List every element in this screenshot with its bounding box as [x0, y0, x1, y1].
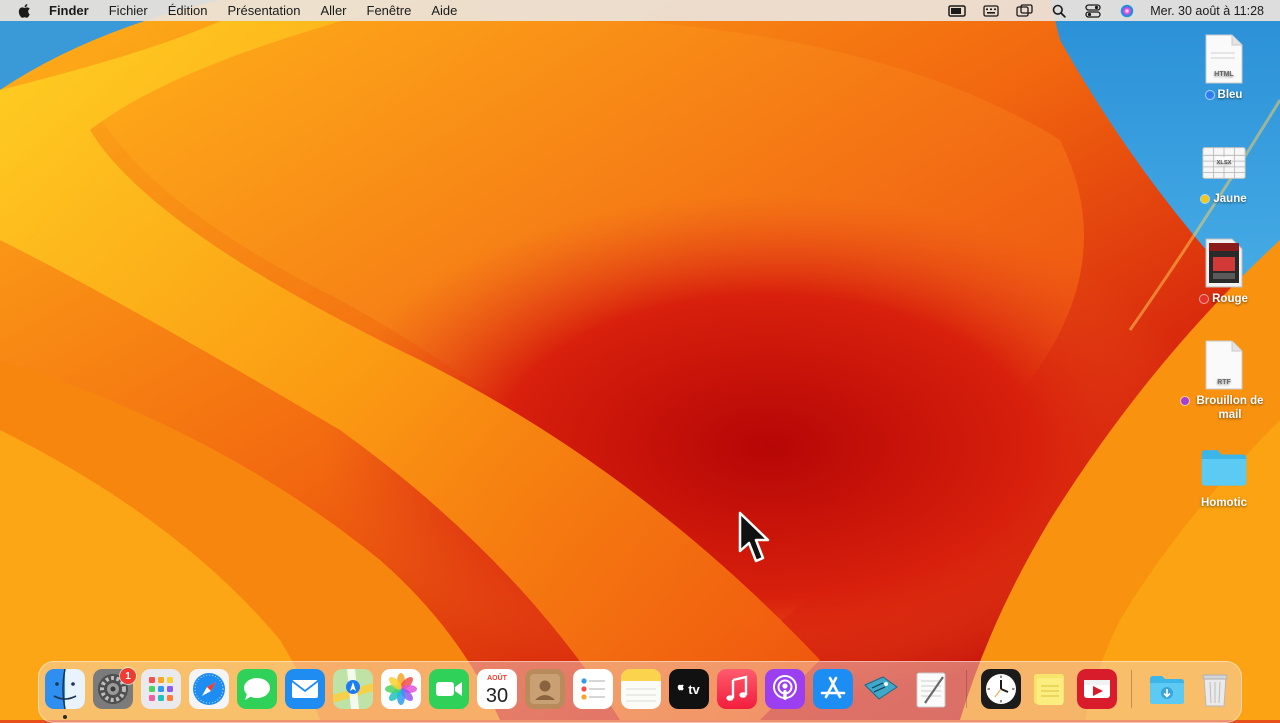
messages-icon[interactable] [237, 669, 277, 709]
facetime-icon[interactable] [429, 669, 469, 709]
dock-separator [1131, 670, 1132, 708]
trash-icon[interactable] [1195, 669, 1235, 709]
desktop-item-label: Rouge [1212, 293, 1248, 305]
spotlight-search-icon[interactable] [1050, 4, 1068, 18]
desktop-item-label: Jaune [1213, 193, 1247, 205]
tag-dot [1205, 91, 1214, 99]
desktop-item-label: Bleu [1217, 89, 1243, 101]
folder-icon [1200, 440, 1248, 494]
music-icon[interactable] [717, 669, 757, 709]
photo-booth-icon[interactable] [1077, 669, 1117, 709]
doc-label-xlsx: XLSX [1216, 160, 1231, 166]
launchpad-icon[interactable] [141, 669, 181, 709]
apple-logo-icon[interactable] [17, 3, 31, 19]
image-file-icon [1200, 236, 1248, 290]
desktop-wallpaper [0, 0, 1280, 720]
keyboard-icon[interactable] [982, 4, 1000, 18]
calendar-month: AOÛT [487, 673, 508, 682]
menu-extras: Mer. 30 août à 11:28 [932, 0, 1280, 21]
mouse-pointer-icon [738, 511, 772, 567]
desktop-item-bleu[interactable]: HTML Bleu [1176, 32, 1272, 102]
desktop-item-label: Homotic [1201, 497, 1247, 509]
calendar-icon[interactable]: AOÛT 30 [477, 669, 517, 709]
dock-separator [966, 670, 967, 708]
desktop-item-jaune[interactable]: XLSX Jaune [1176, 136, 1272, 206]
photos-icon[interactable] [381, 669, 421, 709]
app-store-icon[interactable] [813, 669, 853, 709]
menu-fichier[interactable]: Fichier [109, 3, 148, 18]
control-center-icon[interactable] [1084, 3, 1102, 18]
desktop-item-label: Brouillon de mail [1196, 395, 1264, 421]
desktop-item-homotic[interactable]: Homotic [1176, 440, 1272, 510]
windows-icon[interactable] [1016, 4, 1034, 18]
html-file-icon: HTML [1200, 32, 1248, 86]
menu-aide[interactable]: Aide [431, 3, 457, 18]
maps-icon[interactable] [333, 669, 373, 709]
tag-dot [1200, 295, 1209, 303]
calendar-day: 30 [486, 685, 508, 707]
xlsx-file-icon: XLSX [1200, 136, 1248, 190]
textedit-icon[interactable] [911, 669, 951, 709]
desktop-item-brouillon-de-mail[interactable]: RTF Brouillon de mail [1176, 338, 1272, 422]
downloads-folder-icon[interactable] [1147, 669, 1187, 709]
notification-badge: 1 [120, 668, 136, 684]
menu-aller[interactable]: Aller [321, 3, 347, 18]
tag-dot [1181, 397, 1189, 405]
apple-tv-icon[interactable]: tv [669, 669, 709, 709]
mail-icon[interactable] [285, 669, 325, 709]
doc-label-html: HTML [1214, 71, 1234, 78]
safari-icon[interactable] [189, 669, 229, 709]
menu-fenetre[interactable]: Fenêtre [367, 3, 412, 18]
notes-icon[interactable] [621, 669, 661, 709]
finder-running-indicator [63, 715, 67, 719]
clock-icon[interactable] [981, 669, 1021, 709]
tag-dot [1201, 195, 1210, 203]
finder-icon[interactable] [45, 669, 85, 709]
screen-mirroring-icon[interactable] [948, 4, 966, 18]
stickies-icon[interactable] [1029, 669, 1069, 709]
numbers-tag-icon[interactable] [861, 669, 901, 709]
desktop-item-rouge[interactable]: Rouge [1176, 236, 1272, 306]
contacts-icon[interactable] [525, 669, 565, 709]
menu-presentation[interactable]: Présentation [228, 3, 301, 18]
menu-bar: Finder Fichier Édition Présentation Alle… [0, 0, 1280, 21]
doc-label-rtf: RTF [1217, 379, 1231, 386]
menu-edition[interactable]: Édition [168, 3, 208, 18]
apple-tv-text: tv [688, 682, 700, 697]
menubar-clock[interactable]: Mer. 30 août à 11:28 [1150, 4, 1264, 18]
rtf-file-icon: RTF [1200, 338, 1248, 392]
podcasts-icon[interactable] [765, 669, 805, 709]
reminders-icon[interactable] [573, 669, 613, 709]
menu-finder[interactable]: Finder [49, 3, 89, 18]
siri-icon[interactable] [1118, 4, 1136, 18]
